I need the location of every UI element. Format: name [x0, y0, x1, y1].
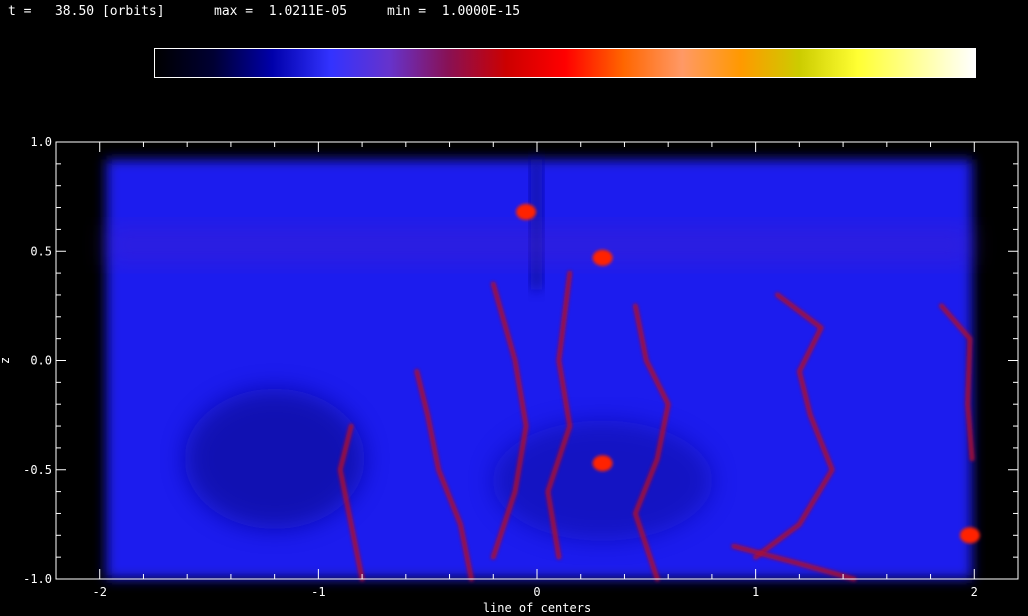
purple-band [106, 225, 973, 266]
x-axis-label: line of centers [483, 601, 591, 615]
y-axis-label: z [0, 357, 12, 364]
x-tick-label: 0 [533, 585, 540, 599]
y-tick-label: 0.5 [30, 244, 52, 258]
hot-spot [592, 249, 613, 266]
y-tick-label: -1.0 [23, 572, 52, 586]
dark-region [184, 388, 365, 529]
field-layer [56, 142, 1018, 580]
hot-spot [959, 527, 980, 544]
hot-spot [516, 203, 537, 220]
y-tick-label: 1.0 [30, 135, 52, 149]
x-tick-label: -1 [311, 585, 325, 599]
y-tick-label: -0.5 [23, 463, 52, 477]
x-tick-label: 1 [752, 585, 759, 599]
x-tick-label: -2 [93, 585, 107, 599]
hot-spot [592, 455, 613, 472]
heatmap-plot: -2 -1 0 1 2 -1.0 -0.5 0.0 0.5 1.0 line of centers… [0, 135, 1019, 615]
y-tick-label: 0.0 [30, 354, 52, 368]
dark-column [530, 159, 543, 290]
x-tick-label: 2 [971, 585, 978, 599]
